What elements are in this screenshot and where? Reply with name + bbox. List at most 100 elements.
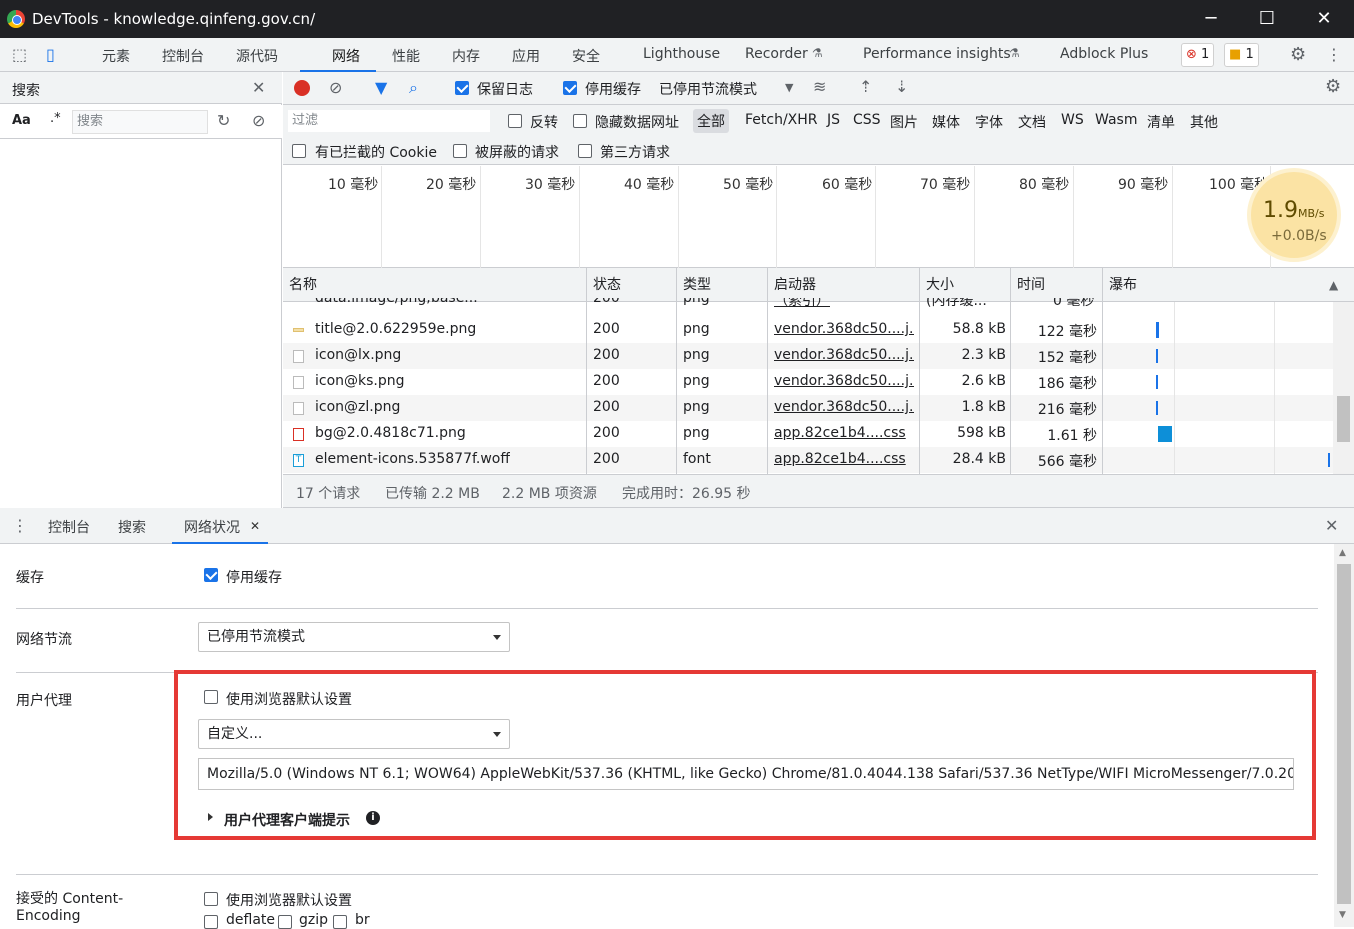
more-menu-icon[interactable]: ⋮ xyxy=(1326,46,1342,64)
filter-input[interactable]: 过滤 xyxy=(287,109,491,133)
table-row[interactable]: bg@2.0.4818c71.png 200 png app.82ce1b4..… xyxy=(283,421,1333,447)
throttle-select[interactable]: 已停用节流模式 xyxy=(198,622,510,652)
column-header-name[interactable]: 名称 xyxy=(283,268,586,302)
filter-type-fetch-xhr[interactable]: Fetch/XHR xyxy=(745,112,818,128)
table-row[interactable]: T element-icons.535877f.woff 200 font ap… xyxy=(283,447,1333,473)
close-window-icon[interactable]: ✕ xyxy=(1311,6,1337,32)
tab-performance[interactable]: 性能 xyxy=(392,46,420,66)
waterfall-bar xyxy=(1328,453,1330,467)
maximize-icon[interactable]: ☐ xyxy=(1254,6,1280,32)
finish-time: 完成用时：26.95 秒 xyxy=(622,486,751,502)
drawer-menu-icon[interactable]: ⋮ xyxy=(12,517,28,535)
tab-security[interactable]: 安全 xyxy=(572,46,600,66)
close-tab-icon[interactable]: ✕ xyxy=(250,517,260,535)
column-header-size[interactable]: 大小 xyxy=(920,268,1010,302)
filter-type-media[interactable]: 媒体 xyxy=(932,112,960,132)
device-toolbar-icon[interactable]: ▯ xyxy=(46,46,55,64)
filter-type-all[interactable]: 全部 xyxy=(693,109,729,133)
tab-recorder[interactable]: Recorder xyxy=(745,46,808,62)
br-label: br xyxy=(355,912,370,928)
drawer-tab-search[interactable]: 搜索 xyxy=(118,517,146,537)
encoding-default-checkbox[interactable] xyxy=(204,892,218,906)
close-icon[interactable]: ✕ xyxy=(252,79,265,97)
warning-count-badge[interactable]: ■ 1 xyxy=(1224,43,1259,67)
close-drawer-icon[interactable]: ✕ xyxy=(1325,517,1338,535)
filter-type-img[interactable]: 图片 xyxy=(890,112,918,132)
table-scrollbar[interactable] xyxy=(1333,302,1354,474)
chevron-down-icon[interactable]: ▼ xyxy=(785,79,793,97)
filter-type-other[interactable]: 其他 xyxy=(1190,112,1218,132)
filter-type-wasm[interactable]: Wasm xyxy=(1095,112,1137,128)
network-summary-bar: 17 个请求 已传输 2.2 MB 2.2 MB 项资源 完成用时：26.95 … xyxy=(283,474,1354,508)
tab-application[interactable]: 应用 xyxy=(512,46,540,66)
timeline-tick-label: 80 毫秒 xyxy=(1019,177,1070,193)
clear-icon[interactable]: ⊘ xyxy=(252,112,265,130)
table-row[interactable]: icon@zl.png 200 png vendor.368dc50....j.… xyxy=(283,395,1333,421)
column-header-status[interactable]: 状态 xyxy=(587,268,676,302)
tab-console[interactable]: 控制台 xyxy=(162,46,204,66)
filter-icon[interactable]: ▼ xyxy=(375,79,387,97)
drawer-tab-network-conditions[interactable]: 网络状况 xyxy=(184,517,240,537)
hide-data-urls-label: 隐藏数据网址 xyxy=(595,115,679,131)
record-icon[interactable] xyxy=(294,80,310,96)
search-icon[interactable]: ⌕ xyxy=(409,79,418,97)
tab-sources[interactable]: 源代码 xyxy=(236,46,278,66)
timeline-tick-label: 90 毫秒 xyxy=(1118,177,1169,193)
tab-elements[interactable]: 元素 xyxy=(102,46,130,66)
disable-cache-checkbox[interactable] xyxy=(563,81,577,95)
filter-type-js[interactable]: JS xyxy=(827,112,840,128)
filter-type-doc[interactable]: 文档 xyxy=(1018,112,1046,132)
network-speed-indicator: 1.9MB/s +0.0B/s xyxy=(1247,168,1341,262)
panel-scrollbar[interactable]: ▲ ▼ xyxy=(1334,544,1354,927)
table-row[interactable]: icon@ks.png 200 png vendor.368dc50....j.… xyxy=(283,369,1333,395)
invert-checkbox[interactable] xyxy=(508,114,522,128)
refresh-icon[interactable]: ↻ xyxy=(217,112,230,130)
column-header-type[interactable]: 类型 xyxy=(677,268,767,302)
regex-toggle[interactable]: .* xyxy=(50,111,61,126)
third-party-checkbox[interactable] xyxy=(578,144,592,158)
tab-memory[interactable]: 内存 xyxy=(452,46,480,66)
match-case-toggle[interactable]: Aa xyxy=(12,113,31,128)
timeline-overview[interactable]: 10 毫秒 20 毫秒 30 毫秒 40 毫秒 50 毫秒 60 毫秒 70 毫… xyxy=(283,166,1354,268)
column-header-initiator[interactable]: 启动器 xyxy=(768,268,919,302)
image-file-icon xyxy=(293,350,304,363)
image-file-icon xyxy=(293,328,304,332)
chrome-logo-icon xyxy=(7,10,25,28)
column-header-waterfall[interactable]: 瀑布 xyxy=(1103,268,1354,302)
disable-cache-checkbox[interactable] xyxy=(204,568,218,582)
table-row[interactable]: title@2.0.622959e.png 200 png vendor.368… xyxy=(283,317,1333,343)
search-input[interactable]: 搜索 xyxy=(72,110,208,134)
encoding-default-label: 使用浏览器默认设置 xyxy=(226,893,352,909)
requests-table: 名称 状态 类型 启动器 大小 时间 瀑布 ▲ data:image/png;b… xyxy=(283,268,1354,474)
settings-gear-icon[interactable]: ⚙ xyxy=(1290,46,1306,64)
tab-performance-insights[interactable]: Performance insights xyxy=(863,46,1011,62)
tab-network[interactable]: 网络 xyxy=(332,46,360,66)
blocked-cookies-checkbox[interactable] xyxy=(292,144,306,158)
blocked-requests-checkbox[interactable] xyxy=(453,144,467,158)
tab-adblock-plus[interactable]: Adblock Plus xyxy=(1060,46,1148,62)
error-count-badge[interactable]: ⊗ 1 xyxy=(1181,43,1215,67)
network-settings-icon[interactable]: ⚙ xyxy=(1325,78,1341,96)
throttle-select[interactable]: 已停用节流模式 xyxy=(659,79,757,99)
clear-log-icon[interactable]: ⊘ xyxy=(329,79,342,97)
filter-type-css[interactable]: CSS xyxy=(853,112,881,128)
filter-type-font[interactable]: 字体 xyxy=(975,112,1003,132)
filter-type-manifest[interactable]: 清单 xyxy=(1147,112,1175,132)
table-row[interactable]: data:image/png;base... 200 png （索引） (内存缓… xyxy=(283,298,1333,308)
waterfall-bar xyxy=(1156,401,1158,415)
hide-data-urls-checkbox[interactable] xyxy=(573,114,587,128)
inspect-element-icon[interactable]: ⬚ xyxy=(12,46,27,64)
filter-type-ws[interactable]: WS xyxy=(1061,112,1084,128)
drawer-tab-console[interactable]: 控制台 xyxy=(48,517,90,537)
preserve-log-checkbox[interactable] xyxy=(455,81,469,95)
sort-arrow-icon[interactable]: ▲ xyxy=(1329,278,1338,292)
error-icon: ⊗ xyxy=(1186,47,1197,62)
content-encoding-label-2: Encoding xyxy=(16,908,81,924)
table-row[interactable]: icon@lx.png 200 png vendor.368dc50....j.… xyxy=(283,343,1333,369)
minimize-icon[interactable]: ─ xyxy=(1198,6,1224,32)
tab-lighthouse[interactable]: Lighthouse xyxy=(643,46,720,62)
column-header-time[interactable]: 时间 xyxy=(1011,268,1102,302)
export-har-icon[interactable]: ⇣ xyxy=(895,78,908,96)
import-har-icon[interactable]: ⇡ xyxy=(859,78,872,96)
network-conditions-icon[interactable]: ≋ xyxy=(813,78,826,96)
